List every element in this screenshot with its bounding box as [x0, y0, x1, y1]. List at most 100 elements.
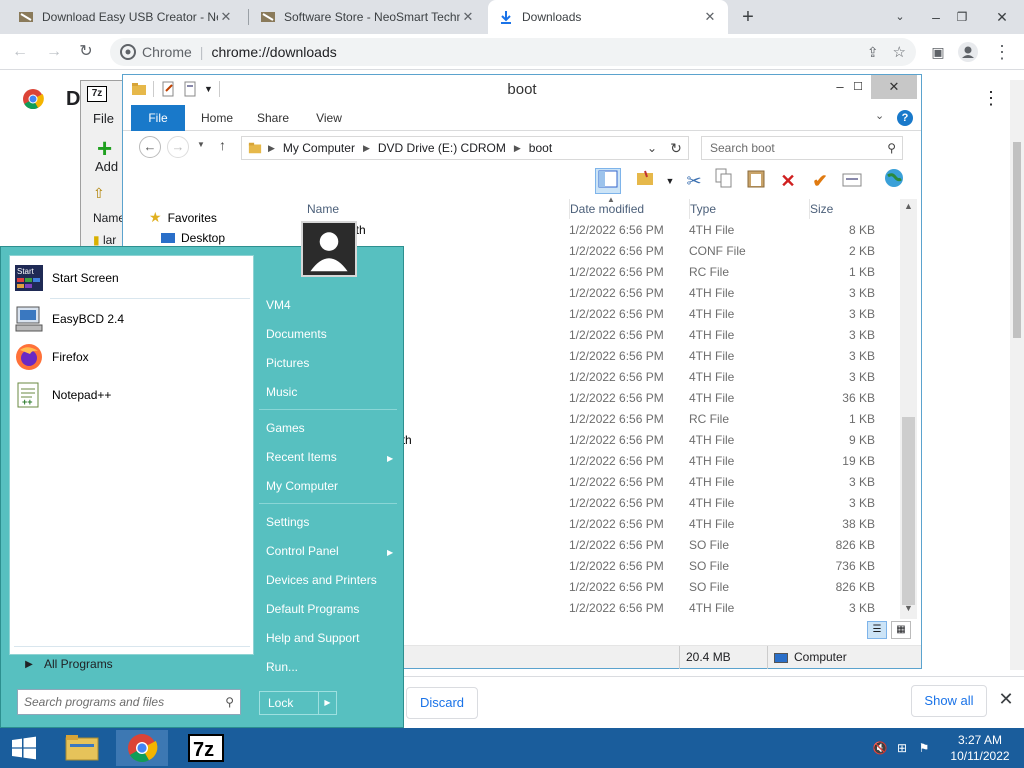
- sevenzip-column-name[interactable]: Name: [93, 211, 125, 225]
- start-search-input[interactable]: Search programs and files ⚲: [17, 689, 241, 715]
- up-arrow-icon[interactable]: ↑: [219, 137, 226, 153]
- network-icon[interactable]: ⊞: [894, 740, 910, 756]
- restore-button[interactable]: ❐: [946, 0, 978, 34]
- dropdown-arrow-icon[interactable]: ▼: [657, 168, 683, 194]
- reload-icon[interactable]: ↻: [74, 40, 98, 64]
- start-link-recent-items[interactable]: Recent Items: [266, 450, 337, 464]
- share-icon[interactable]: ⇪: [867, 44, 879, 61]
- discard-button[interactable]: Discard: [406, 687, 478, 719]
- windows-start-icon[interactable]: [0, 728, 48, 768]
- maximize-button[interactable]: ☐: [841, 75, 875, 99]
- delete-icon[interactable]: ✕: [775, 168, 801, 194]
- tab-close-icon[interactable]: ✕: [218, 9, 234, 25]
- start-link-help-support[interactable]: Help and Support: [266, 631, 359, 645]
- nav-favorites[interactable]: ★ Favorites: [149, 209, 217, 226]
- scroll-down-icon[interactable]: ▼: [900, 603, 917, 613]
- shelf-close-icon[interactable]: ✕: [996, 689, 1016, 713]
- volume-muted-icon[interactable]: 🔇: [872, 740, 888, 756]
- tab-close-icon[interactable]: ✕: [702, 9, 718, 25]
- add-plus-icon[interactable]: +: [97, 135, 112, 161]
- sevenzip-row[interactable]: ▮ lar: [93, 233, 116, 247]
- large-icons-view-icon[interactable]: ▦: [891, 621, 911, 639]
- tab-software-store[interactable]: Software Store - NeoSmart Technologies ✕: [250, 0, 486, 34]
- start-link-vm4[interactable]: VM4: [266, 298, 291, 312]
- tab-downloads[interactable]: Downloads ✕: [488, 0, 728, 34]
- breadcrumb-boot[interactable]: boot: [529, 141, 552, 155]
- properties-icon[interactable]: [839, 168, 865, 194]
- start-link-pictures[interactable]: Pictures: [266, 356, 309, 370]
- show-all-button[interactable]: Show all: [911, 685, 987, 717]
- start-item-notepadpp[interactable]: ++ Notepad++: [14, 377, 250, 413]
- all-programs-button[interactable]: ▶ All Programs: [14, 652, 250, 676]
- help-icon[interactable]: ?: [897, 110, 913, 126]
- refresh-icon[interactable]: ↻: [665, 136, 687, 160]
- back-arrow-icon[interactable]: ←: [139, 136, 161, 158]
- address-bar[interactable]: ▶ My Computer ▶ DVD Drive (E:) CDROM ▶ b…: [241, 136, 689, 160]
- folder-options-icon[interactable]: [633, 168, 659, 194]
- ribbon-tab-file[interactable]: File: [131, 105, 185, 131]
- start-link-run[interactable]: Run...: [266, 660, 298, 674]
- tab-easy-usb-creator[interactable]: Download Easy USB Creator - NeoSmart ✕: [8, 0, 244, 34]
- preview-pane-icon[interactable]: [595, 168, 621, 194]
- start-link-my-computer[interactable]: My Computer: [266, 479, 338, 493]
- action-center-icon[interactable]: ⚑: [916, 740, 932, 756]
- bookmark-star-icon[interactable]: ☆: [893, 43, 906, 61]
- copy-icon[interactable]: [711, 168, 737, 194]
- profile-avatar-icon[interactable]: [958, 42, 978, 62]
- start-link-default-programs[interactable]: Default Programs: [266, 602, 359, 616]
- ribbon-tab-share[interactable]: Share: [253, 105, 293, 131]
- scroll-up-icon[interactable]: ▲: [900, 201, 917, 211]
- file-row[interactable]: ....r.4th 1/2/2022 6:56 PM 4TH File 8 KB: [303, 220, 903, 241]
- address-dropdown-icon[interactable]: ⌄: [642, 141, 662, 155]
- start-item-start-screen[interactable]: Start Start Screen: [14, 260, 250, 296]
- column-header-date[interactable]: Date modified: [569, 199, 685, 219]
- lock-button[interactable]: Lock ▶: [259, 691, 337, 715]
- tab-close-icon[interactable]: ✕: [460, 9, 476, 25]
- chrome-menu-icon[interactable]: ⋮: [990, 40, 1014, 64]
- details-view-icon[interactable]: ☰: [867, 621, 887, 639]
- start-link-games[interactable]: Games: [266, 421, 305, 435]
- start-link-control-panel[interactable]: Control Panel: [266, 544, 339, 558]
- sevenzip-menu-file[interactable]: File: [93, 111, 114, 126]
- file-explorer-icon[interactable]: [56, 730, 108, 766]
- close-window-button[interactable]: ✕: [986, 0, 1018, 34]
- rename-check-icon[interactable]: ✔: [807, 168, 833, 194]
- breadcrumb-my-computer[interactable]: My Computer: [283, 141, 355, 155]
- page-scrollbar[interactable]: [1010, 80, 1024, 670]
- column-header-size[interactable]: Size: [809, 199, 879, 219]
- search-box[interactable]: Search boot ⚲: [701, 136, 903, 160]
- column-header-type[interactable]: Type: [689, 199, 799, 219]
- sevenzip-taskbar-icon[interactable]: 7z: [180, 730, 232, 766]
- address-bar[interactable]: Chrome | chrome://downloads ⇪ ☆: [110, 38, 916, 66]
- side-panel-icon[interactable]: ▣: [926, 40, 950, 64]
- new-tab-button[interactable]: +: [736, 6, 760, 28]
- start-item-easybcd[interactable]: EasyBCD 2.4: [14, 301, 250, 337]
- back-arrow-icon[interactable]: ←: [8, 40, 32, 64]
- cut-icon[interactable]: ✂: [681, 168, 707, 194]
- nav-desktop[interactable]: Desktop: [161, 231, 225, 245]
- sevenzip-add-button[interactable]: Add: [95, 159, 118, 174]
- file-list-scrollbar[interactable]: ▲ ▼: [900, 199, 917, 619]
- chrome-taskbar-icon[interactable]: [116, 730, 168, 766]
- start-link-music[interactable]: Music: [266, 385, 297, 399]
- folder-up-icon[interactable]: ⇧: [93, 185, 105, 202]
- start-link-documents[interactable]: Documents: [266, 327, 327, 341]
- ribbon-expand-icon[interactable]: ⌄: [875, 109, 884, 122]
- globe-icon[interactable]: [881, 168, 907, 194]
- power-options-arrow-icon[interactable]: ▶: [318, 692, 336, 714]
- close-button[interactable]: ✕: [871, 75, 917, 99]
- user-avatar[interactable]: [301, 221, 357, 277]
- start-link-devices-printers[interactable]: Devices and Printers: [266, 573, 377, 587]
- scrollbar-thumb[interactable]: [1013, 142, 1021, 338]
- tab-search-icon[interactable]: ⌄: [884, 0, 916, 34]
- start-link-settings[interactable]: Settings: [266, 515, 309, 529]
- scrollbar-thumb[interactable]: [902, 417, 915, 605]
- paste-icon[interactable]: [743, 168, 769, 194]
- taskbar-clock[interactable]: 3:27 AM 10/11/2022: [950, 732, 1010, 764]
- forward-arrow-icon[interactable]: →: [42, 40, 66, 64]
- ribbon-tab-home[interactable]: Home: [195, 105, 239, 131]
- ribbon-tab-view[interactable]: View: [309, 105, 349, 131]
- breadcrumb-dvd-drive[interactable]: DVD Drive (E:) CDROM: [378, 141, 506, 155]
- start-item-firefox[interactable]: Firefox: [14, 339, 250, 375]
- forward-arrow-icon[interactable]: →: [167, 136, 189, 158]
